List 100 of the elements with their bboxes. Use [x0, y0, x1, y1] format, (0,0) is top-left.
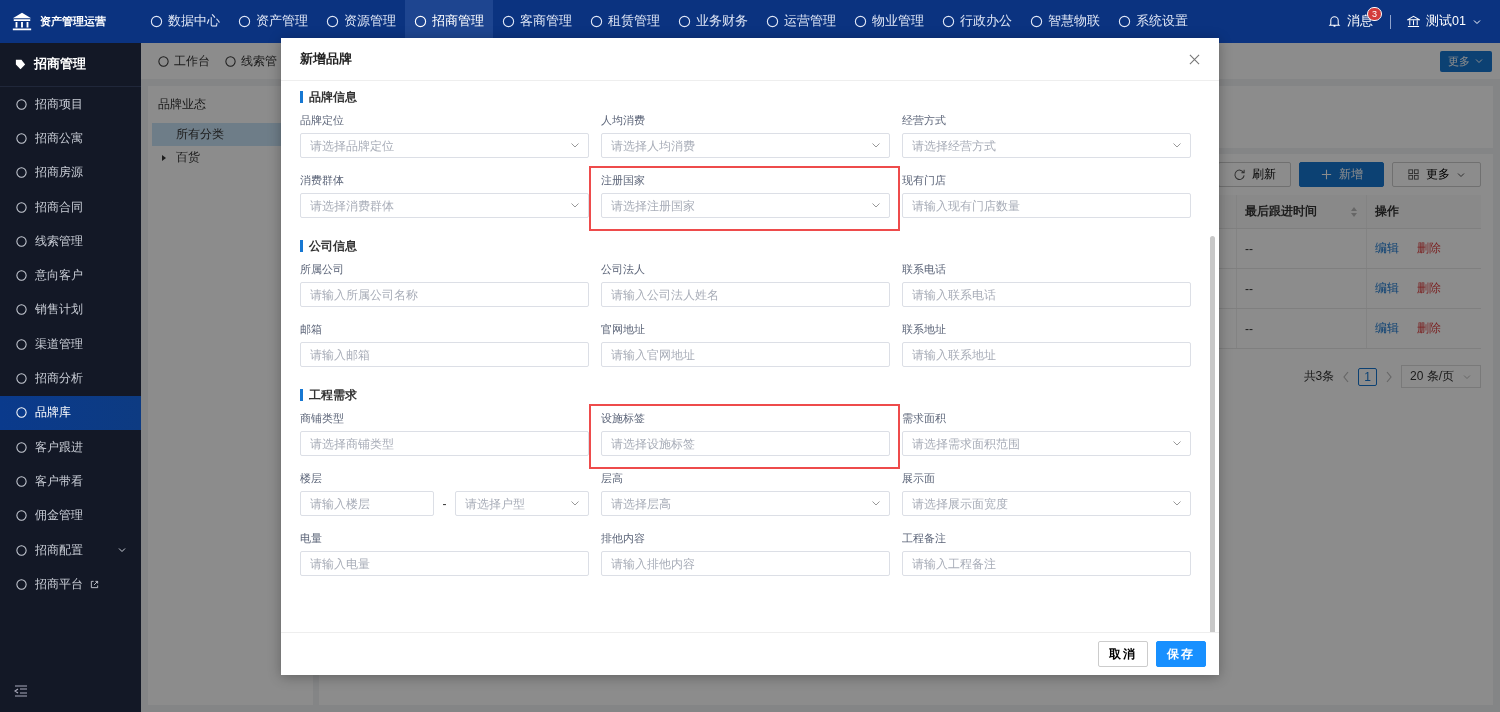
toolbar-button[interactable]: 更多	[1392, 162, 1481, 187]
section-title: 公司信息	[300, 240, 1189, 252]
field-label: 注册国家	[601, 174, 646, 186]
scrollbar[interactable]	[1210, 236, 1215, 632]
field-label: 排他内容	[601, 532, 646, 544]
circle-icon	[15, 406, 28, 420]
select-field[interactable]: 请选择注册国家	[601, 193, 890, 218]
circle-icon	[414, 15, 427, 28]
circle-icon	[15, 372, 28, 385]
nav-item[interactable]: 系统设置	[1109, 0, 1197, 43]
input-field[interactable]: 请输入电量	[300, 551, 589, 576]
field-label: 需求面积	[902, 412, 947, 424]
circle-icon	[766, 15, 779, 28]
input-field[interactable]: 请输入联系地址	[902, 342, 1191, 367]
input-field[interactable]: 请输入排他内容	[601, 551, 890, 576]
circle-icon	[15, 200, 28, 214]
toolbar-button[interactable]: 刷新	[1218, 162, 1291, 187]
sort-icon[interactable]	[1350, 205, 1358, 218]
sidebar-item[interactable]: 意向客户	[0, 258, 141, 293]
circle-icon	[15, 269, 28, 283]
sidebar-item[interactable]: 线索管理	[0, 224, 141, 259]
sidebar-item[interactable]: 招商项目	[0, 87, 141, 122]
chevron-icon	[570, 140, 580, 150]
page-size-select[interactable]: 20 条/页	[1401, 365, 1481, 388]
field-label: 联系地址	[902, 323, 947, 335]
circle-icon	[15, 543, 28, 557]
next-page-icon[interactable]	[1385, 370, 1393, 383]
range-separator: -	[441, 496, 448, 511]
sidebar-item[interactable]: 客户跟进	[0, 429, 141, 465]
cancel-button[interactable]: 取消	[1098, 641, 1148, 667]
select-field[interactable]: 请选择品牌定位	[300, 133, 589, 158]
input-field[interactable]: 请输入联系电话	[902, 282, 1191, 307]
column-header[interactable]: 最后跟进时间	[1236, 195, 1366, 228]
close-icon[interactable]	[1189, 53, 1200, 65]
select-field[interactable]: 请选择经营方式	[902, 133, 1191, 158]
nav-item[interactable]: 客商管理	[493, 0, 581, 43]
circle-icon	[15, 440, 28, 454]
page-tab[interactable]: 线索管	[224, 52, 277, 70]
column-header[interactable]: 操作	[1366, 195, 1481, 228]
select-field[interactable]: 请选择消费群体	[300, 193, 589, 218]
nav-item[interactable]: 租赁管理	[581, 0, 669, 43]
refresh-icon	[1233, 168, 1246, 181]
input-field[interactable]: 请输入现有门店数量	[902, 193, 1191, 218]
select-field[interactable]: 请选择展示面宽度	[902, 491, 1191, 516]
nav-item[interactable]: 资源管理	[317, 0, 405, 43]
collapse-menu-icon[interactable]	[14, 684, 28, 698]
user-menu[interactable]: 测试01	[1407, 13, 1482, 30]
input-field[interactable]: 请输入楼层	[300, 491, 434, 516]
input-field[interactable]: 请输入所属公司名称	[300, 282, 589, 307]
input-field[interactable]: 请输入邮箱	[300, 342, 589, 367]
sidebar-item[interactable]: 招商公寓	[0, 121, 141, 156]
sidebar-item[interactable]: 招商分析	[0, 361, 141, 396]
circle-icon	[15, 474, 28, 488]
sidebar-item[interactable]: 佣金管理	[0, 498, 141, 533]
sidebar-item[interactable]: 招商合同	[0, 189, 141, 225]
circle-icon	[678, 15, 691, 28]
field-label: 人均消费	[601, 114, 646, 126]
page-tab[interactable]: 工作台	[157, 52, 210, 70]
select-field[interactable]: 请选择人均消费	[601, 133, 890, 158]
nav-item[interactable]: 资产管理	[229, 0, 317, 43]
tree-title: 品牌业态	[157, 96, 207, 113]
select-field[interactable]: 请选择户型	[455, 491, 589, 516]
sidebar-item[interactable]: 客户带看	[0, 464, 141, 499]
external-link-icon	[90, 579, 99, 589]
circle-icon	[15, 234, 28, 248]
sidebar-item[interactable]: 品牌库	[0, 395, 141, 430]
previous-page-icon[interactable]	[1342, 370, 1351, 383]
sidebar-item[interactable]: 招商平台	[0, 567, 141, 602]
nav-item[interactable]: 数据中心	[141, 0, 229, 43]
input-field[interactable]: 请输入官网地址	[601, 342, 890, 367]
nav-item[interactable]: 行政办公	[933, 0, 1021, 43]
field-label: 消费群体	[300, 174, 345, 186]
nav-item[interactable]: 业务财务	[669, 0, 757, 43]
circle-icon	[150, 15, 163, 28]
input-field[interactable]: 请选择商铺类型	[300, 431, 589, 456]
sidebar-item[interactable]: 招商配置	[0, 532, 141, 568]
table-cell: --	[1236, 229, 1366, 268]
sidebar-item[interactable]: 销售计划	[0, 292, 141, 328]
input-field[interactable]: 请输入工程备注	[902, 551, 1191, 576]
select-field[interactable]: 请选择需求面积范围	[902, 431, 1191, 456]
sidebar-item[interactable]: 渠道管理	[0, 327, 141, 362]
field-label: 现有门店	[902, 174, 947, 186]
field-label: 楼层	[300, 472, 323, 484]
circle-icon	[15, 131, 28, 145]
select-field[interactable]: 请选择层高	[601, 491, 890, 516]
circle-icon	[15, 303, 28, 317]
nav-item[interactable]: 运营管理	[757, 0, 845, 43]
nav-item[interactable]: 物业管理	[845, 0, 933, 43]
input-field[interactable]: 请选择设施标签	[601, 431, 890, 456]
field-label: 所属公司	[300, 263, 345, 275]
caret-icon[interactable]	[160, 153, 168, 162]
field-label: 品牌定位	[300, 114, 345, 126]
circle-icon	[326, 15, 339, 28]
circle-icon	[224, 54, 237, 68]
field-label: 设施标签	[601, 412, 646, 424]
sidebar-item[interactable]: 招商房源	[0, 155, 141, 190]
circle-icon	[590, 15, 603, 28]
section-title: 品牌信息	[300, 91, 1189, 103]
nav-item[interactable]: 智慧物联	[1021, 0, 1109, 43]
input-field[interactable]: 请输入公司法人姓名	[601, 282, 890, 307]
